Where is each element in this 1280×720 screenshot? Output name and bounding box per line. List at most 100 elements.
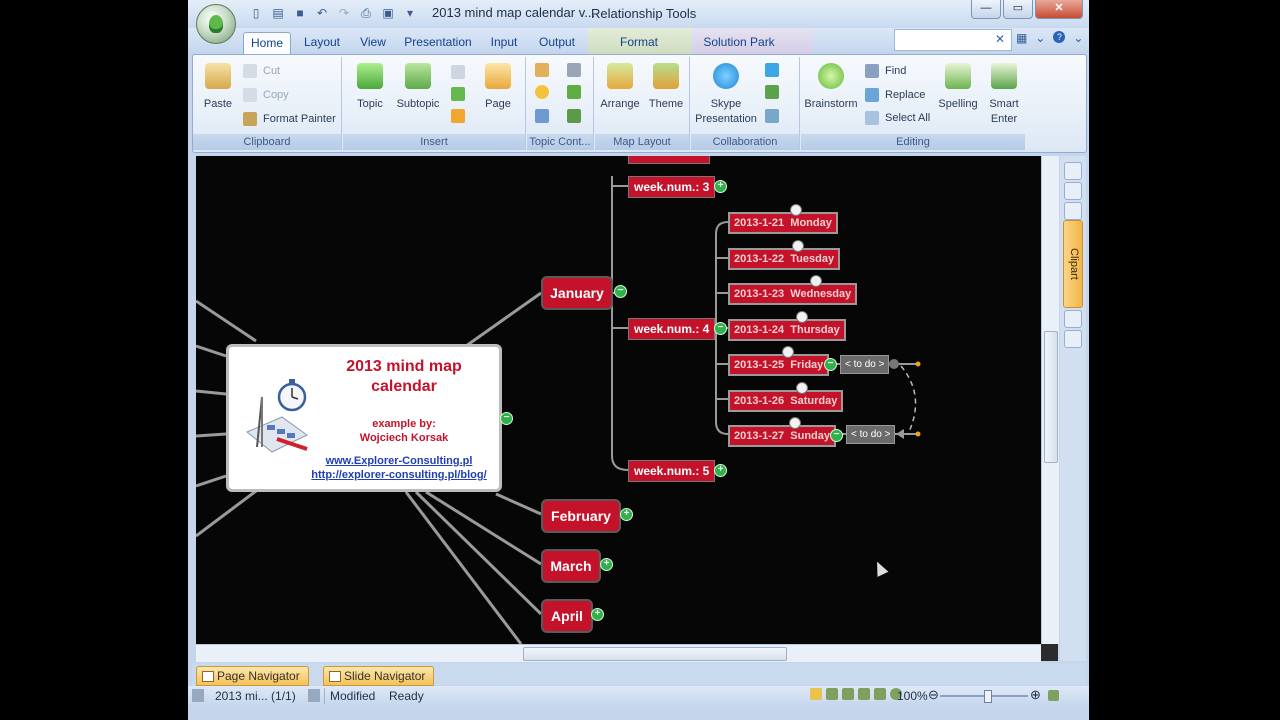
share-icon[interactable] — [765, 109, 779, 123]
week-node-3[interactable]: week.num.: 3 — [628, 176, 716, 198]
find-button[interactable]: Find — [865, 61, 906, 81]
page-button[interactable]: Page — [475, 61, 521, 112]
zoom-in-icon[interactable]: ⊕ — [1030, 687, 1041, 703]
month-node-january[interactable]: January — [541, 276, 613, 310]
close-button[interactable]: ✕ — [1035, 0, 1083, 19]
expand-march-icon[interactable]: + — [600, 558, 613, 571]
collapse-friday-icon[interactable]: − — [824, 358, 837, 371]
collapse-sunday-icon[interactable]: − — [830, 429, 843, 442]
select-all-button[interactable]: Select All — [865, 108, 930, 128]
print-icon[interactable]: ⎙ — [358, 5, 374, 21]
layout-options-icon[interactable]: ▦ — [1016, 31, 1027, 45]
todo-callout-sunday[interactable]: < to do > — [846, 425, 896, 444]
fit-page-icon[interactable] — [842, 688, 854, 700]
undo-icon[interactable]: ↶ — [314, 5, 330, 21]
zoom-slider[interactable] — [940, 690, 1028, 703]
note-icon[interactable] — [535, 63, 549, 77]
ribbon-minimize-icon[interactable]: ⌄ — [1073, 31, 1083, 45]
day-node-friday[interactable]: 2013-1-25 Friday — [728, 354, 830, 376]
ribbon-arrow-icon[interactable]: ⌄ — [1035, 31, 1045, 45]
zoom-out-icon[interactable]: ⊖ — [928, 687, 939, 703]
zoom-slider-knob[interactable] — [984, 690, 992, 703]
relationship-icon[interactable] — [451, 65, 465, 79]
clear-search-icon[interactable]: ✕ — [995, 32, 1005, 46]
picture-icon[interactable] — [535, 109, 549, 123]
horizontal-scroll-thumb[interactable] — [523, 647, 787, 661]
vertical-scroll-thumb[interactable] — [1044, 331, 1058, 463]
month-node-march[interactable]: March — [541, 549, 601, 583]
hyperlink-icon[interactable] — [567, 63, 581, 77]
evernote-icon[interactable] — [765, 85, 779, 99]
brainstorm-button[interactable]: Brainstorm — [803, 61, 859, 112]
mind-map-canvas[interactable]: 2013 mind map calendar example by: Wojciec… — [196, 156, 1041, 644]
tab-presentation[interactable]: Presentation — [402, 32, 474, 54]
link-panel-icon[interactable] — [1064, 310, 1082, 328]
new-document-icon[interactable]: ▯ — [248, 5, 264, 21]
horizontal-scrollbar[interactable] — [196, 644, 1041, 662]
tree-panel-icon[interactable] — [1064, 202, 1082, 220]
expand-week5-icon[interactable]: + — [714, 464, 727, 477]
month-node-february[interactable]: February — [541, 499, 621, 533]
month-node-april[interactable]: April — [541, 599, 593, 633]
topic-button[interactable]: Topic — [347, 61, 393, 112]
paste-button[interactable]: Paste — [195, 61, 241, 112]
prev-page-icon[interactable] — [192, 689, 204, 702]
tab-layout[interactable]: Layout — [300, 32, 344, 54]
week-node-2-partial[interactable] — [628, 156, 710, 164]
tab-format[interactable]: Format — [610, 32, 668, 54]
customize-qat-icon[interactable]: ▾ — [402, 5, 418, 21]
expand-february-icon[interactable]: + — [620, 508, 633, 521]
website-link[interactable]: www.Explorer-Consulting.pl — [299, 455, 499, 467]
help-icon[interactable]: ? — [1053, 31, 1066, 43]
replace-button[interactable]: Replace — [865, 85, 925, 105]
tab-input[interactable]: Input — [485, 32, 523, 54]
clipart-panel-tab[interactable]: Clipart — [1063, 220, 1083, 308]
collapse-week4-icon[interactable]: − — [714, 322, 727, 335]
arrange-button[interactable]: Arrange — [597, 61, 643, 112]
format-painter-button[interactable]: Format Painter — [243, 109, 336, 129]
theme-button[interactable]: Theme — [643, 61, 689, 112]
fit-to-window-icon[interactable] — [1048, 690, 1059, 701]
collapse-central-icon[interactable]: − — [500, 412, 513, 425]
blog-link[interactable]: http://explorer-consulting.pl/blog/ — [299, 469, 499, 481]
tab-home[interactable]: Home — [243, 32, 291, 55]
week-node-5[interactable]: week.num.: 5 — [628, 460, 716, 482]
normal-view-icon[interactable] — [810, 688, 822, 700]
slide-navigator-tab[interactable]: Slide Navigator — [323, 666, 435, 686]
fit-width-icon[interactable] — [858, 688, 870, 700]
boundary-icon[interactable] — [451, 109, 465, 123]
copy-button[interactable]: Copy — [243, 85, 289, 105]
day-node-monday[interactable]: 2013-1-21 Monday — [728, 212, 838, 234]
spelling-button[interactable]: Spelling — [935, 61, 981, 112]
smiley-icon[interactable] — [535, 85, 549, 99]
skype-presentation-button[interactable]: Skype Presentation — [695, 61, 757, 127]
tab-view[interactable]: View — [355, 32, 391, 54]
todo-callout-friday[interactable]: < to do > — [840, 355, 890, 374]
cut-button[interactable]: Cut — [243, 61, 280, 81]
day-node-sunday[interactable]: 2013-1-27 Sunday — [728, 425, 837, 447]
collapse-january-icon[interactable]: − — [614, 285, 627, 298]
tab-output[interactable]: Output — [534, 32, 580, 54]
day-node-saturday[interactable]: 2013-1-26 Saturday — [728, 390, 844, 412]
smiley-panel-icon[interactable] — [1064, 162, 1082, 180]
print-preview-icon[interactable]: ▣ — [380, 5, 396, 21]
save-icon[interactable]: ■ — [292, 5, 308, 21]
week-node-4[interactable]: week.num.: 4 — [628, 318, 716, 340]
tab-solution-park[interactable]: Solution Park — [700, 32, 778, 54]
day-node-thursday[interactable]: 2013-1-24 Thursday — [728, 319, 846, 341]
minimize-button[interactable]: — — [971, 0, 1001, 19]
attachment-icon[interactable] — [567, 85, 581, 99]
vertical-scrollbar[interactable] — [1041, 156, 1059, 644]
maximize-button[interactable]: ▭ — [1003, 0, 1033, 19]
outline-view-icon[interactable] — [826, 688, 838, 700]
application-orb-button[interactable] — [196, 4, 236, 44]
page-navigator-tab[interactable]: Page Navigator — [196, 666, 309, 686]
search-input[interactable]: ✕ — [894, 29, 1012, 51]
map-panel-icon[interactable] — [1064, 182, 1082, 200]
twitter-icon[interactable] — [765, 63, 779, 77]
hierarchy-icon[interactable] — [567, 109, 581, 123]
central-topic[interactable]: 2013 mind map calendar example by: Wojciec… — [226, 344, 502, 492]
day-node-wednesday[interactable]: 2013-1-23 Wednesday — [728, 283, 858, 305]
actual-size-icon[interactable] — [874, 688, 886, 700]
note-panel-icon[interactable] — [1064, 330, 1082, 348]
